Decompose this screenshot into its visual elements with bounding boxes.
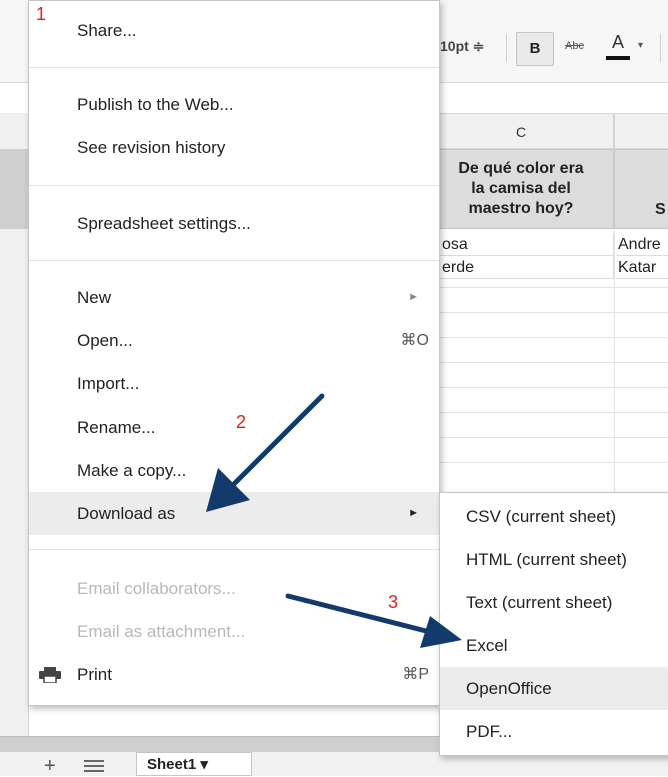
menu-divider [29, 185, 439, 186]
submenu-item-label: Text (current sheet) [466, 593, 613, 612]
grid-line [440, 462, 668, 463]
menu-item-label: See revision history [77, 138, 226, 157]
printer-icon [39, 667, 61, 683]
menu-item-publish[interactable]: Publish to the Web... [29, 83, 439, 126]
menu-item-label: Download as [77, 504, 176, 523]
bold-button[interactable]: B [516, 32, 554, 66]
grid-line [440, 437, 668, 438]
menu-item-label: New [77, 288, 112, 307]
file-menu: Share... Publish to the Web... See revis… [28, 0, 440, 706]
submenu-item-label: Excel [466, 636, 508, 655]
menu-item-label: Import... [77, 374, 140, 393]
menu-item-label: Rename... [77, 418, 156, 437]
font-size-select[interactable]: 10pt ≑ [440, 38, 484, 55]
question-header-cell[interactable]: De qué color era la camisa del maestro h… [428, 149, 614, 229]
step-number-2: 2 [236, 412, 247, 432]
column-header-c[interactable]: C [428, 113, 614, 149]
menu-item-spreadsheet-settings[interactable]: Spreadsheet settings... [29, 202, 439, 245]
menu-item-download-as[interactable]: Download as ► [29, 492, 439, 535]
table-cell[interactable]: Andre [616, 233, 668, 256]
menu-divider [29, 549, 439, 550]
submenu-arrow-icon: ► [408, 291, 419, 303]
question-line: De qué color era [458, 160, 584, 177]
column-header-d[interactable] [614, 113, 668, 149]
menu-item-label: Open... [77, 331, 133, 350]
grid-line [440, 337, 668, 338]
grid-line [440, 287, 668, 288]
text-color-swatch [606, 56, 630, 60]
menu-divider [29, 67, 439, 68]
menu-item-label: Print [77, 665, 112, 684]
step-number-3: 3 [388, 592, 399, 612]
menu-item-label: Email collaborators... [77, 579, 236, 598]
download-option-html[interactable]: HTML (current sheet) [440, 538, 668, 581]
add-sheet-icon[interactable]: + [44, 756, 56, 776]
submenu-item-label: HTML (current sheet) [466, 550, 627, 569]
menu-item-revision-history[interactable]: See revision history [29, 126, 439, 169]
chevron-down-icon[interactable]: ▾ [638, 40, 643, 51]
grid-line [440, 362, 668, 363]
download-option-pdf[interactable]: PDF... [440, 710, 668, 753]
table-cell[interactable]: erde [440, 256, 614, 279]
submenu-arrow-icon: ► [408, 507, 419, 519]
menu-shortcut: ⌘P [402, 666, 429, 683]
sheet-list-icon[interactable] [84, 760, 104, 772]
menu-shortcut: ⌘O [400, 332, 429, 349]
strikethrough-button[interactable]: Abc [565, 40, 584, 52]
download-as-submenu: CSV (current sheet) HTML (current sheet)… [439, 492, 668, 756]
menu-item-label: Publish to the Web... [77, 95, 234, 114]
grid-line [440, 312, 668, 313]
download-option-csv[interactable]: CSV (current sheet) [440, 495, 668, 538]
menu-item-open[interactable]: Open... ⌘O [29, 319, 439, 362]
table-cell[interactable]: osa [440, 233, 614, 256]
sheet-tab[interactable]: Sheet1 ▾ [136, 752, 252, 776]
text-color-label: A [611, 32, 624, 52]
question-header-text: De qué color era la camisa del maestro h… [458, 159, 583, 219]
menu-divider [29, 260, 439, 261]
menu-item-email-attachment: Email as attachment... [29, 610, 439, 653]
row-header-selected[interactable] [0, 149, 28, 229]
submenu-item-label: PDF... [466, 722, 513, 741]
question-line: la camisa del [471, 180, 571, 197]
menu-item-label: Spreadsheet settings... [77, 214, 251, 233]
question-line: maestro hoy? [468, 200, 574, 217]
menu-item-rename[interactable]: Rename... [29, 406, 439, 449]
grid-line [440, 387, 668, 388]
toolbar-divider [506, 34, 507, 62]
menu-item-new[interactable]: New ► [29, 276, 439, 319]
submenu-item-label: OpenOffice [466, 679, 552, 698]
download-option-text[interactable]: Text (current sheet) [440, 581, 668, 624]
step-number-1: 1 [36, 4, 47, 24]
menu-item-email-collaborators: Email collaborators... [29, 567, 439, 610]
submenu-item-label: CSV (current sheet) [466, 507, 617, 526]
menu-item-print[interactable]: Print ⌘P [29, 653, 439, 696]
download-option-openoffice[interactable]: OpenOffice [440, 667, 668, 710]
grid-line [440, 412, 668, 413]
toolbar-divider [660, 34, 661, 62]
header-cell-d[interactable]: S [614, 149, 668, 229]
menu-item-import[interactable]: Import... [29, 362, 439, 405]
menu-item-make-copy[interactable]: Make a copy... [29, 449, 439, 492]
menu-item-label: Make a copy... [77, 461, 187, 480]
download-option-excel[interactable]: Excel [440, 624, 668, 667]
header-cell-d-text: S [655, 201, 666, 218]
text-color-button[interactable]: A [602, 32, 634, 64]
menu-item-label: Email as attachment... [77, 622, 246, 641]
menu-item-share[interactable]: Share... [29, 9, 439, 52]
table-cell[interactable]: Katar [616, 256, 668, 279]
menu-item-label: Share... [77, 21, 137, 40]
